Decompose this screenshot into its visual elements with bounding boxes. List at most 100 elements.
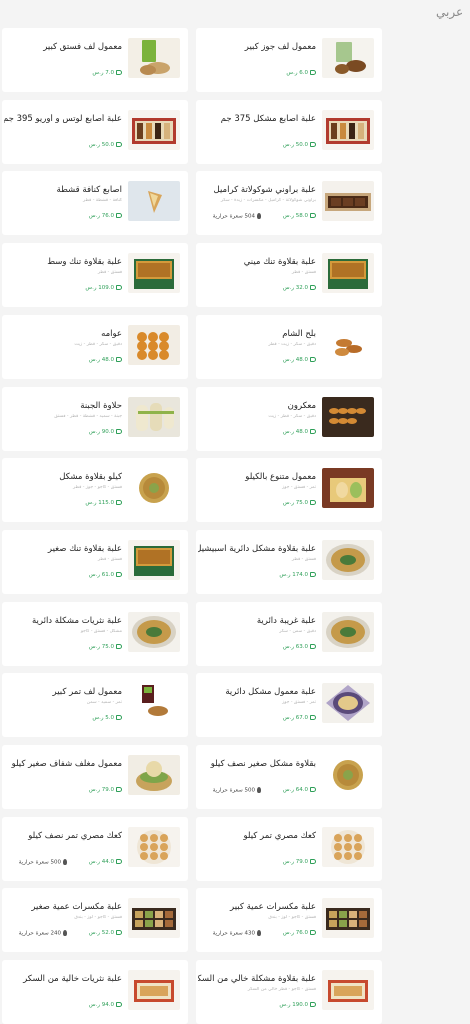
product-price: 48.0 ر.س [282,428,316,435]
product-image[interactable] [128,970,180,1011]
product-price: 44.0 ر.س [88,858,122,865]
product-image[interactable] [128,253,180,294]
product-image[interactable] [322,826,374,867]
product-card[interactable]: علبة معمول مشكل دائرية تمر - فستق - جوز … [196,673,382,738]
product-image[interactable] [322,181,374,222]
price-value: 48.0 ر.س [282,428,308,435]
product-card[interactable]: معمول لف فستق كبير 7.0 ر.س [2,28,188,92]
product-image[interactable] [322,396,374,437]
product-image[interactable] [128,898,180,939]
price-tag-icon [116,70,122,75]
product-card[interactable]: علبة أصابع لوتس و أوريو 395 جم 50.0 ر.س [2,99,188,164]
product-image[interactable] [322,611,374,652]
product-description: مشكل - فستق - كاجو [80,628,122,634]
language-toggle[interactable]: عربي [436,5,463,19]
product-card[interactable]: اصابع كنافة قشطة كنافة - قشطة - قطر 76.0… [2,171,188,236]
product-card[interactable]: علبة نثريات مشكلة دائرية مشكل - فستق - ك… [2,601,188,666]
product-description: تمر - فستق - جوز [282,700,316,706]
product-title: اصابع كنافة قشطة [56,185,122,196]
product-image[interactable] [322,755,374,795]
price-tag-icon [116,643,122,649]
product-price: 76.0 ر.س [283,930,316,936]
product-card[interactable]: علبة مكسرات عمية كبير فستق - كاجو - لوز … [196,888,382,953]
product-card[interactable]: علبة نثريات خالية من السكر 94.0 ر.س [2,960,188,1024]
product-image[interactable] [128,683,180,724]
product-card[interactable]: علبة بقلاوة مشكلة خالي من السكر فستق - ك… [196,960,382,1024]
product-card[interactable]: بلح الشام دقيق - سكر - زيت - قطر 48.0 ر.… [196,314,382,379]
product-meta: 76.0 ر.س 430 سعرة حرارية [198,930,316,942]
price-value: 75.0 ر.س [88,643,114,650]
product-image[interactable] [128,181,180,222]
product-card[interactable]: كعك مصري تمر كيلو 79.0 ر.س [196,816,382,881]
product-card[interactable]: معمول لف تمر كبير تمر - سميد - سمن 5.0 ر… [2,673,188,738]
product-image[interactable] [128,468,180,509]
product-image[interactable] [128,109,180,150]
product-price: 76.0 ر.س [89,213,122,219]
product-image[interactable] [128,755,180,795]
product-description: جبنة - سميد - قشطة - قطر - فستق [54,413,122,419]
price-value: 44.0 ر.س [88,858,114,865]
price-tag-icon [116,1002,122,1008]
product-meta: 75.0 ر.س [4,643,122,656]
product-card[interactable]: علبة غريبة دائرية دقيق - سمن - سكر 63.0 … [196,601,382,666]
product-meta: 48.0 ر.س [198,356,316,369]
product-meta: 61.0 ر.س [4,571,122,584]
price-tag-icon [116,930,122,936]
product-title: علبة نثريات خالية من السكر [23,974,122,985]
product-card[interactable]: علبة براوني شوكولاتة كراميل براوني شوكول… [196,171,382,236]
product-card[interactable]: معكرون دقيق - سكر - قطر - زيت 48.0 ر.س [196,386,382,451]
product-image[interactable] [322,109,374,150]
product-image[interactable] [128,539,180,580]
product-card[interactable]: كيلو بقلاوة مشكل فستق - كاجو - جوز - قطر… [2,458,188,523]
product-card[interactable]: عوامه دقيق - سكر - قطر - زيت 48.0 ر.س [2,314,188,379]
product-image[interactable] [128,396,180,437]
product-meta: 94.0 ر.س [4,1002,122,1014]
product-card[interactable]: علبة بقلاوة تنك صغير فستق - قطر 61.0 ر.س [2,529,188,594]
product-price: 63.0 ر.س [283,643,316,650]
product-image[interactable] [322,539,374,580]
price-value: 6.0 ر.س [286,70,308,76]
product-image[interactable] [128,826,180,867]
product-title: علبة بقلاوة تنك صغير [47,543,122,554]
product-image[interactable] [322,898,374,939]
product-card[interactable]: حلاوة الجبنة جبنة - سميد - قشطة - قطر - … [2,386,188,451]
product-image[interactable] [322,468,374,509]
product-price: 64.0 ر.س [283,787,316,793]
product-title: معكرون [287,400,316,411]
product-card[interactable]: كعك مصري تمر نصف كيلو 44.0 ر.س 500 سعرة … [2,816,188,881]
product-meta: 190.0 ر.س [198,1002,316,1014]
product-card[interactable]: علبة مكسرات عمية صغير فستق - كاجو - لوز … [2,888,188,953]
price-value: 48.0 ر.س [88,356,114,363]
product-card[interactable]: علبة بقلاوة تنك ميني فستق - قطر 32.0 ر.س [196,243,382,308]
product-card[interactable]: علبة بقلاوة مشكل دائرية اسبيشيل فستق - ق… [196,529,382,594]
price-tag-icon [116,141,122,147]
price-tag-icon [310,213,316,219]
price-value: 79.0 ر.س [282,858,308,865]
product-image[interactable] [128,611,180,652]
product-image[interactable] [322,324,374,365]
product-price: 174.0 ر.س [279,571,316,578]
calories-value: 240 سعرة حرارية [18,930,61,937]
price-value: 76.0 ر.س [88,213,114,220]
price-value: 115.0 ر.س [85,500,114,507]
product-card[interactable]: علبة بقلاوة تنك وسط فستق - قطر 109.0 ر.س [2,243,188,308]
product-image[interactable] [128,324,180,365]
product-meta: 32.0 ر.س [198,285,316,297]
product-price: 32.0 ر.س [283,285,316,291]
product-price: 5.0 ر.س [92,715,122,721]
product-image[interactable] [322,38,374,78]
product-card[interactable]: بقلاوة مشكل صغير نصف كيلو 64.0 ر.س 500 س… [196,745,382,809]
product-card[interactable]: معمول متنوع بالكيلو تمر - فستق - جوز 75.… [196,458,382,523]
product-description: كنافة - قشطة - قطر [83,198,122,204]
product-card[interactable]: علبة اصابع مشكل 375 جم 50.0 ر.س [196,99,382,164]
product-card[interactable]: معمول لف جوز كبير 6.0 ر.س [196,28,382,92]
product-title: علبة مكسرات عمية كبير [230,902,316,913]
price-value: 67.0 ر.س [282,715,308,722]
product-meta: 64.0 ر.س 500 سعرة حرارية [198,787,316,799]
product-card[interactable]: معمول مغلف شفاف صغير كيلو 79.0 ر.س [2,745,188,809]
product-image[interactable] [322,683,374,724]
calories-value: 500 سعرة حرارية [18,859,61,866]
product-image[interactable] [128,38,180,78]
product-image[interactable] [322,970,374,1011]
product-image[interactable] [322,253,374,294]
